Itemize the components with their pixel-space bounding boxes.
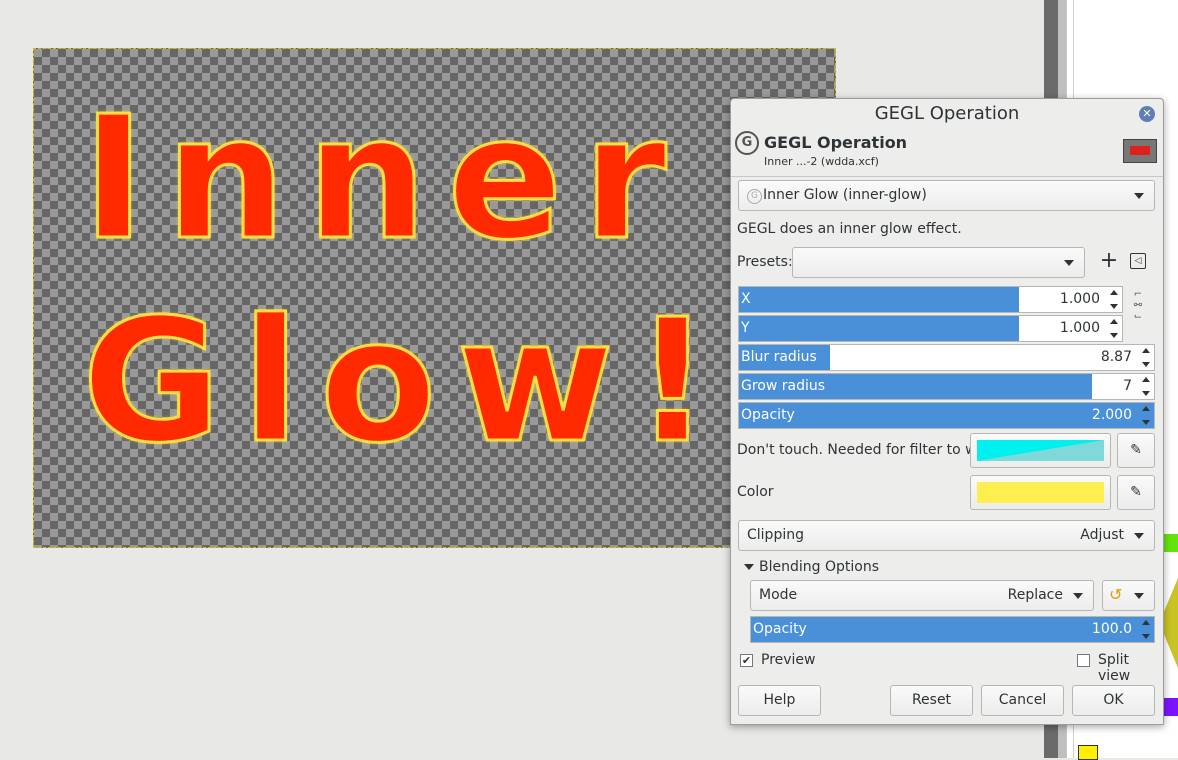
cancel-button[interactable]: Cancel: [981, 685, 1064, 716]
header-subtitle: Inner ...-2 (wdda.xcf): [764, 155, 879, 168]
opacity-value: 2.000: [1091, 407, 1132, 423]
presets-label: Presets:: [737, 254, 793, 270]
canvas-text-line-2: Glow!: [80, 283, 732, 481]
x-value: 1.000: [1059, 291, 1100, 307]
reset-button[interactable]: Reset: [890, 685, 973, 716]
close-icon[interactable]: ✕: [1139, 106, 1155, 122]
color-label: Color: [737, 484, 774, 500]
grow-radius-value: 7: [1123, 378, 1132, 394]
operation-select[interactable]: G Inner Glow (inner-glow): [738, 180, 1155, 211]
spin-up-icon[interactable]: [1142, 406, 1150, 411]
eyedropper-icon[interactable]: ✎: [1117, 433, 1155, 468]
spin-down-icon[interactable]: [1142, 391, 1150, 396]
dock-purple-swatch: [1163, 698, 1178, 716]
eyedropper-icon[interactable]: ✎: [1117, 475, 1155, 510]
blend-opacity-spin[interactable]: Opacity 100.0: [750, 616, 1155, 643]
blending-options-expander[interactable]: Blending Options: [759, 559, 879, 575]
mode-reset-button[interactable]: ↺: [1102, 580, 1155, 611]
dock-green-swatch: [1163, 534, 1178, 552]
color-button[interactable]: [970, 475, 1111, 510]
presets-select[interactable]: [792, 247, 1085, 278]
help-button[interactable]: Help: [738, 685, 821, 716]
chevron-down-icon: [1064, 259, 1074, 266]
image-thumbnail: [1123, 139, 1157, 163]
y-fill: [739, 316, 1019, 341]
dialog-title: GEGL Operation: [874, 103, 1020, 124]
add-preset-icon[interactable]: +: [1099, 248, 1119, 274]
preview-label: Preview: [761, 652, 816, 668]
canvas-text-line-1: Inner: [80, 80, 687, 278]
grow-radius-label: Grow radius: [741, 378, 826, 394]
x-label: X: [741, 291, 751, 307]
opacity-label: Opacity: [741, 407, 795, 423]
x-spin[interactable]: X 1.000: [738, 286, 1123, 313]
expander-arrow-icon[interactable]: [744, 564, 754, 570]
spin-up-icon[interactable]: [1142, 377, 1150, 382]
blur-radius-value: 8.87: [1100, 349, 1132, 365]
mode-label: Mode: [759, 587, 798, 603]
gegl-operation-dialog: GEGL Operation ✕ G GEGL Operation Inner …: [730, 98, 1164, 725]
split-view-label: Split view: [1098, 652, 1131, 684]
blend-opacity-label: Opacity: [753, 621, 807, 637]
blend-opacity-value: 100.0: [1091, 621, 1132, 637]
split-view-checkbox[interactable]: [1077, 654, 1090, 667]
x-fill: [739, 287, 1019, 312]
dont-touch-label: Don't touch. Needed for filter to work: [737, 442, 1000, 458]
operation-select-label: Inner Glow (inner-glow): [763, 187, 927, 203]
chevron-down-icon: [1134, 592, 1144, 599]
y-value: 1.000: [1059, 320, 1100, 336]
mode-value: Replace: [1007, 587, 1063, 603]
clipping-select[interactable]: Clipping Adjust: [738, 520, 1155, 551]
ok-button[interactable]: OK: [1072, 685, 1155, 716]
operation-description: GEGL does an inner glow effect.: [737, 221, 962, 237]
clipping-label: Clipping: [747, 527, 804, 543]
dont-touch-color-button[interactable]: [970, 433, 1111, 468]
mode-select[interactable]: Mode Replace: [750, 580, 1094, 611]
spin-up-icon[interactable]: [1142, 620, 1150, 625]
chevron-down-icon: [1134, 532, 1144, 539]
spin-down-icon[interactable]: [1142, 634, 1150, 639]
spin-down-icon[interactable]: [1142, 420, 1150, 425]
spin-down-icon[interactable]: [1142, 362, 1150, 367]
preview-checkbox[interactable]: ✔: [740, 654, 753, 667]
reset-icon: ↺: [1109, 585, 1123, 604]
presets-menu-icon[interactable]: ◁: [1130, 253, 1146, 269]
y-spin[interactable]: Y 1.000: [738, 315, 1123, 342]
spin-up-icon[interactable]: [1142, 348, 1150, 353]
spin-up-icon[interactable]: [1110, 319, 1118, 324]
chain-link-icon[interactable]: ⌐ ⚯ ⌙: [1131, 289, 1145, 339]
grow-radius-spin[interactable]: Grow radius 7: [738, 373, 1155, 400]
blur-radius-label: Blur radius: [741, 349, 817, 365]
dont-touch-color-swatch: [977, 440, 1104, 461]
gegl-logo-icon: G: [735, 131, 759, 155]
header-separator: [731, 176, 1163, 177]
spin-down-icon[interactable]: [1110, 333, 1118, 338]
spin-down-icon[interactable]: [1110, 304, 1118, 309]
clipping-value: Adjust: [1080, 527, 1124, 543]
chevron-down-icon: [1134, 192, 1144, 199]
spin-up-icon[interactable]: [1110, 290, 1118, 295]
opacity-spin[interactable]: Opacity 2.000: [738, 402, 1155, 429]
color-swatch: [977, 482, 1104, 503]
blur-radius-spin[interactable]: Blur radius 8.87: [738, 344, 1155, 371]
header-title: GEGL Operation: [764, 133, 908, 152]
chevron-down-icon: [1073, 592, 1083, 599]
gegl-small-icon: G: [747, 189, 762, 204]
y-label: Y: [741, 320, 750, 336]
image-canvas[interactable]: Inner Glow!: [33, 48, 836, 548]
